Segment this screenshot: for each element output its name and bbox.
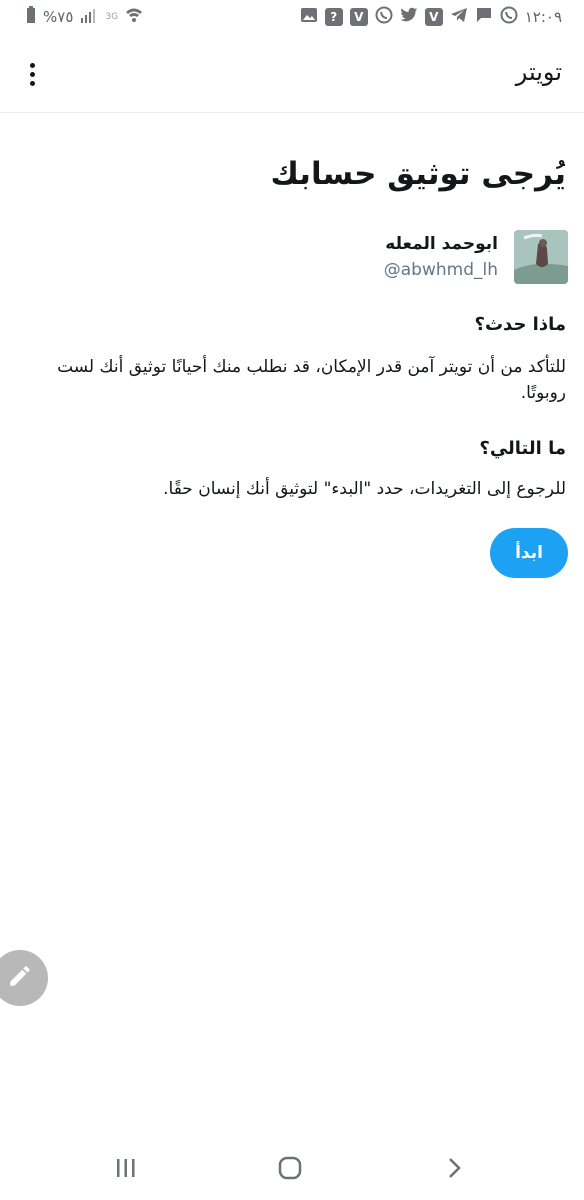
what-happened-body: للتأكد من أن تويتر آمن قدر الإمكان، قد ن… [57, 357, 566, 403]
message-icon [475, 6, 493, 28]
back-icon[interactable] [434, 1152, 474, 1184]
compose-pencil-icon [7, 963, 33, 993]
app-title: تويتر [515, 58, 562, 86]
whatsapp-icon [500, 6, 518, 28]
avatar [514, 230, 568, 284]
help-icon: ? [324, 8, 343, 26]
status-bar: %٧٥ 3G ? V V ١٢:٠٩ [0, 0, 584, 36]
twitter-icon [400, 7, 418, 27]
battery-icon [26, 6, 36, 28]
clock: ١٢:٠٩ [524, 8, 562, 26]
recent-apps-icon[interactable] [106, 1152, 146, 1184]
home-icon[interactable] [270, 1152, 310, 1184]
navigation-bar [0, 1140, 584, 1200]
wifi-icon [125, 6, 143, 28]
app-bar: تويتر [0, 36, 584, 113]
more-vertical-icon[interactable] [14, 54, 50, 94]
battery-level: %٧٥ [43, 8, 74, 26]
account-name: ابوحمد المعله [385, 234, 498, 254]
telegram-icon [450, 7, 468, 27]
whats-next-title: ما التالي؟ [479, 438, 566, 459]
status-left: %٧٥ 3G [26, 6, 150, 28]
status-right: ? V V ١٢:٠٩ [293, 6, 562, 28]
what-happened-title: ماذا حدث؟ [474, 314, 566, 335]
network-type: 3G [105, 12, 119, 22]
whats-next-body: للرجوع إلى التغريدات، حدد "البدء" لتوثيق… [163, 479, 566, 499]
account-card: ابوحمد المعله @abwhmd_lh [28, 230, 568, 286]
whatsapp-icon [375, 6, 393, 28]
viber-icon: V [349, 8, 368, 26]
compose-button[interactable] [0, 950, 48, 1006]
viber-icon: V [424, 8, 443, 26]
screen: %٧٥ 3G ? V V ١٢:٠٩ تويتر يُرجى توثيق حسا… [0, 0, 584, 1200]
start-button[interactable]: ابدأ [490, 528, 568, 578]
page-title: يُرجى توثيق حسابك [270, 156, 566, 192]
signal-icon [80, 7, 98, 27]
image-icon [300, 7, 318, 27]
account-handle: @abwhmd_lh [383, 260, 498, 280]
